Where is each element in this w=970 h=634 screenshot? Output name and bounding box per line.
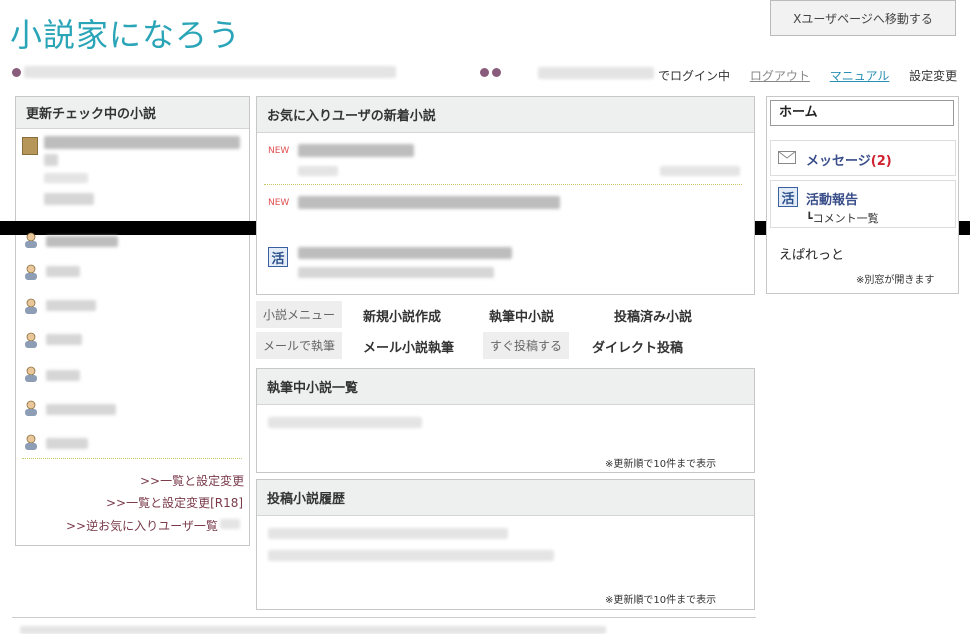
drafts-title: 執筆中小説一覧 [257, 369, 754, 405]
posted-novels-link[interactable]: 投稿済み小説 [614, 306, 692, 325]
user-name [538, 67, 654, 79]
settings-link[interactable]: 設定変更 [909, 69, 957, 83]
draft-entry[interactable] [268, 417, 422, 428]
avatar-icon [24, 434, 38, 450]
messages-label: メッセージ [806, 154, 871, 169]
history-entry[interactable] [268, 550, 554, 561]
avatar-icon [24, 400, 38, 416]
activity-report-meta [298, 267, 494, 278]
header-nav: でログイン中 ログアウト マニュアル 設定変更 [658, 67, 957, 84]
user-link[interactable] [46, 404, 116, 415]
activity-report-link[interactable]: 活動報告 [806, 189, 858, 208]
quick-post-tag: すぐ投稿する [483, 332, 570, 359]
reverse-favorite-count [220, 519, 240, 529]
history-note: ※更新順で10件まで表示 [605, 595, 717, 606]
login-status: でログイン中 [658, 69, 731, 83]
envelope-icon [778, 151, 796, 167]
ebaretto-link[interactable]: えぱれっと [779, 244, 844, 263]
new-novel-title[interactable] [298, 144, 414, 157]
avatar-icon [24, 366, 38, 382]
avatar-icon [24, 298, 38, 314]
update-check-title: 更新チェック中の小説 [16, 97, 249, 129]
new-badge: NEW [268, 146, 290, 156]
katsudo-icon: 活 [268, 247, 288, 267]
list-settings-r18-link[interactable]: >>一覧と設定変更[R18] [106, 494, 243, 511]
footer-divider [12, 617, 756, 618]
drafts-note: ※更新順で10件まで表示 [605, 459, 717, 470]
reverse-favorite-users-link[interactable]: >>逆お気に入りユーザ一覧 [66, 517, 218, 534]
user-link[interactable] [46, 300, 96, 311]
x-user-page-button[interactable]: Xユーザページへ移動する [770, 0, 956, 36]
avatar-icon [24, 332, 38, 348]
new-novel-author[interactable] [298, 166, 338, 176]
site-logo[interactable]: 小説家になろう [10, 10, 241, 56]
new-novel-title[interactable] [298, 196, 560, 209]
manual-link[interactable]: マニュアル [830, 69, 890, 83]
notice-bullet-icon [12, 68, 21, 77]
user-link[interactable] [46, 236, 118, 247]
novel-title[interactable] [44, 136, 240, 149]
messages-link[interactable]: メッセージ(2) [806, 150, 892, 169]
activity-report-title[interactable] [298, 247, 512, 259]
new-badge: NEW [268, 198, 290, 208]
katsudo-icon: 活 [778, 187, 798, 207]
history-title: 投稿小説履歴 [257, 480, 754, 516]
user-link[interactable] [46, 266, 80, 277]
user-link[interactable] [46, 370, 80, 381]
list-divider [22, 458, 242, 459]
comment-list-link[interactable]: ┗コメント一覧 [806, 210, 879, 226]
user-link[interactable] [46, 438, 88, 449]
user-dot-icon [492, 68, 501, 77]
avatar-icon [24, 264, 38, 280]
novel-title[interactable] [44, 154, 58, 166]
new-novel-date [660, 166, 740, 176]
novel-menu-tag: 小説メニュー [256, 301, 343, 328]
new-novel-link[interactable]: 新規小説作成 [363, 306, 441, 325]
history-entry[interactable] [268, 528, 508, 539]
logout-link[interactable]: ログアウト [750, 69, 810, 83]
mail-writing-tag: メールで執筆 [256, 332, 343, 359]
home-link[interactable]: ホーム [770, 100, 954, 126]
entry-divider [264, 184, 742, 185]
notice-text[interactable] [24, 66, 396, 78]
direct-post-link[interactable]: ダイレクト投稿 [592, 337, 683, 356]
list-settings-link[interactable]: >>一覧と設定変更 [140, 472, 244, 489]
favorites-title: お気に入りユーザの新着小説 [257, 97, 754, 133]
popup-note: ※別窓が開きます [856, 275, 935, 286]
messages-count: (2) [870, 154, 892, 169]
drafts-link[interactable]: 執筆中小説 [489, 306, 554, 325]
pencil-icon [22, 137, 38, 155]
footer-text [20, 626, 606, 634]
mail-novel-writing-link[interactable]: メール小説執筆 [363, 337, 454, 356]
novel-meta [44, 173, 88, 183]
user-dot-icon [480, 68, 489, 77]
novel-author[interactable] [44, 193, 94, 205]
user-link[interactable] [46, 334, 82, 345]
avatar-icon [24, 232, 38, 248]
